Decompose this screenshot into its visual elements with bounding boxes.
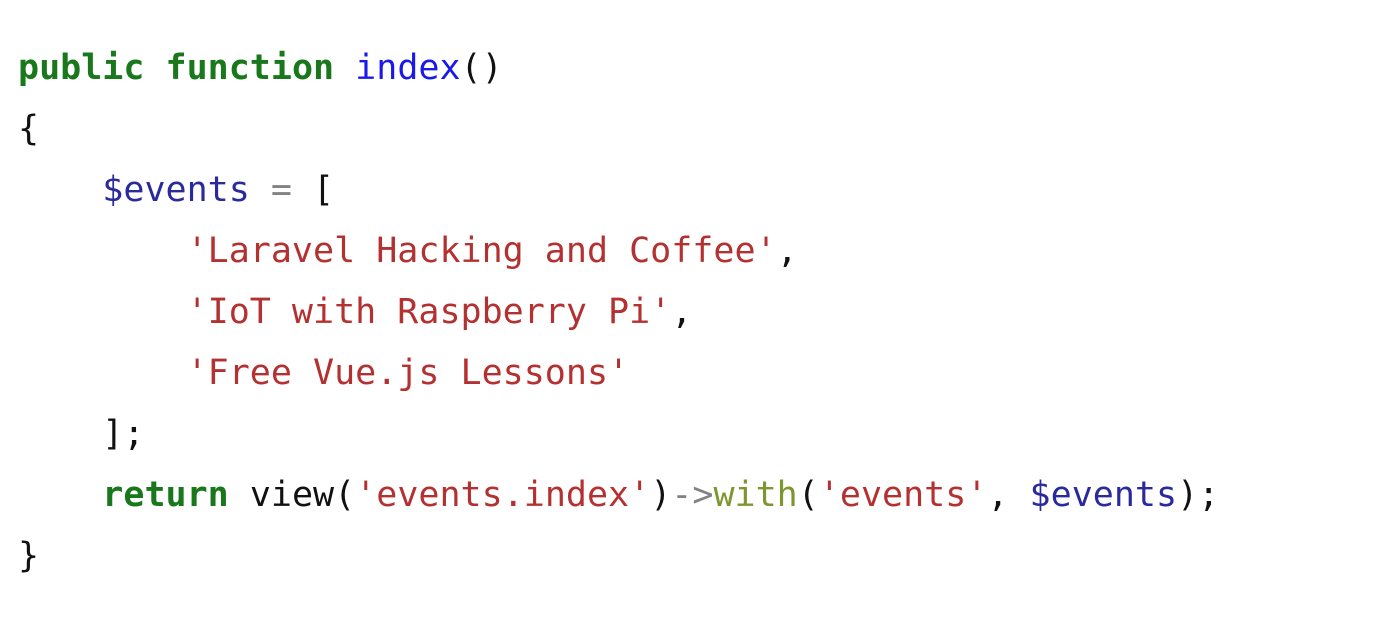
code-token-punct: [ <box>313 170 335 210</box>
code-token-punct: , <box>776 231 798 271</box>
code-token-keyword: return <box>102 475 229 515</box>
code-line: 'IoT with Raspberry Pi', <box>18 282 1388 343</box>
code-line: public function index() <box>18 38 1388 99</box>
code-token-punct: , <box>671 292 693 332</box>
code-block: public function index(){ $events = [ 'La… <box>18 38 1388 587</box>
code-token-punct: ) <box>650 475 672 515</box>
code-line: { <box>18 99 1388 160</box>
code-token-string: 'IoT with Raspberry Pi' <box>186 292 672 332</box>
code-token-punct: } <box>18 536 40 576</box>
code-line: } <box>18 526 1388 587</box>
code-line: return view('events.index')->with('event… <box>18 465 1388 526</box>
code-token-string: 'Free Vue.js Lessons' <box>186 353 630 393</box>
code-token-operator: = <box>270 170 292 210</box>
code-token-string: 'events.index' <box>355 475 651 515</box>
code-token-punct: ]; <box>102 414 145 454</box>
code-token-punct: () <box>460 48 503 88</box>
code-token-punct: ( <box>797 475 819 515</box>
code-token-punct: ( <box>334 475 356 515</box>
code-token-method: with <box>713 475 798 515</box>
code-token-punct: ); <box>1177 475 1220 515</box>
code-token-keyword: function <box>165 48 335 88</box>
code-token-plain: view <box>249 475 335 515</box>
code-line: 'Laravel Hacking and Coffee', <box>18 221 1388 282</box>
code-token-punct: , <box>987 475 1030 515</box>
code-token-variable: $events <box>1029 475 1178 515</box>
code-line: 'Free Vue.js Lessons' <box>18 343 1388 404</box>
code-line: ]; <box>18 404 1388 465</box>
code-line: $events = [ <box>18 160 1388 221</box>
code-token-string: 'Laravel Hacking and Coffee' <box>186 231 777 271</box>
code-token-keyword: public <box>18 48 145 88</box>
code-token-punct: { <box>18 109 40 149</box>
code-token-string: 'events' <box>818 475 988 515</box>
code-token-variable: $events <box>102 170 250 210</box>
code-token-operator: -> <box>671 475 714 515</box>
code-token-function: index <box>355 48 461 88</box>
